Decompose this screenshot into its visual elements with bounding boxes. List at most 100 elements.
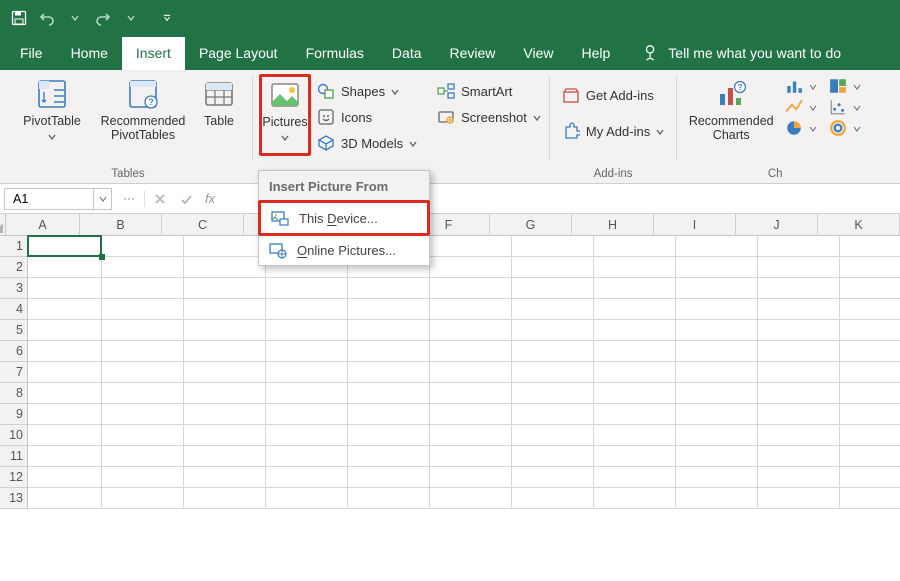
cell[interactable] (594, 467, 676, 488)
cell[interactable] (348, 467, 430, 488)
cell[interactable] (184, 362, 266, 383)
get-addins-button[interactable]: Get Add-ins (556, 82, 670, 108)
cell[interactable] (758, 404, 840, 425)
column-chart-button[interactable] (779, 76, 823, 96)
cell[interactable] (348, 404, 430, 425)
cell[interactable] (430, 299, 512, 320)
row-header[interactable]: 7 (0, 362, 28, 383)
tab-page-layout[interactable]: Page Layout (185, 37, 292, 70)
cell[interactable] (348, 488, 430, 509)
cell[interactable] (266, 362, 348, 383)
cell[interactable] (184, 404, 266, 425)
cell[interactable] (28, 341, 102, 362)
cell[interactable] (28, 299, 102, 320)
select-all-corner[interactable] (0, 214, 6, 236)
cell[interactable] (758, 257, 840, 278)
cell[interactable] (676, 425, 758, 446)
popup-online-pictures[interactable]: Online Pictures... (259, 235, 429, 265)
cell[interactable] (102, 362, 184, 383)
cell[interactable] (348, 299, 430, 320)
row-header[interactable]: 13 (0, 488, 28, 509)
cell[interactable] (28, 257, 102, 278)
cell[interactable] (430, 341, 512, 362)
recommended-charts-button[interactable]: ? Recommended Charts (683, 74, 779, 146)
cell[interactable] (840, 320, 900, 341)
column-header[interactable]: G (490, 214, 572, 236)
cell[interactable] (102, 320, 184, 341)
cell[interactable] (512, 425, 594, 446)
cell[interactable] (512, 278, 594, 299)
cell[interactable] (594, 488, 676, 509)
cell[interactable] (348, 341, 430, 362)
row-header[interactable]: 1 (0, 236, 28, 257)
cell[interactable] (594, 425, 676, 446)
my-addins-button[interactable]: My Add-ins (556, 118, 670, 144)
cell[interactable] (266, 278, 348, 299)
dots-icon[interactable] (116, 188, 142, 210)
row-header[interactable]: 5 (0, 320, 28, 341)
row-header[interactable]: 12 (0, 467, 28, 488)
cell[interactable] (348, 362, 430, 383)
cell[interactable] (28, 467, 102, 488)
cell[interactable] (102, 383, 184, 404)
tab-formulas[interactable]: Formulas (292, 37, 378, 70)
cell[interactable] (758, 320, 840, 341)
cell[interactable] (430, 467, 512, 488)
line-chart-button[interactable] (779, 97, 823, 117)
cell[interactable] (676, 404, 758, 425)
cell[interactable] (266, 341, 348, 362)
cell[interactable] (840, 236, 900, 257)
cell[interactable] (512, 383, 594, 404)
undo-icon[interactable] (34, 5, 60, 31)
cell[interactable] (676, 257, 758, 278)
tab-home[interactable]: Home (57, 37, 122, 70)
cell[interactable] (676, 236, 758, 257)
cell[interactable] (840, 404, 900, 425)
cell[interactable] (28, 383, 102, 404)
row-header[interactable]: 4 (0, 299, 28, 320)
cell[interactable] (28, 362, 102, 383)
cell[interactable] (512, 257, 594, 278)
cell[interactable] (102, 236, 184, 257)
pie-chart-button[interactable] (779, 118, 823, 138)
cell[interactable] (594, 299, 676, 320)
cell[interactable] (184, 383, 266, 404)
cell[interactable] (758, 299, 840, 320)
cell[interactable] (102, 446, 184, 467)
cell[interactable] (184, 236, 266, 257)
cell[interactable] (102, 299, 184, 320)
cell[interactable] (348, 383, 430, 404)
smartart-button[interactable]: SmartArt (431, 78, 547, 104)
column-header[interactable]: K (818, 214, 900, 236)
cell[interactable] (840, 299, 900, 320)
hierarchy-chart-button[interactable] (823, 76, 867, 96)
cell[interactable] (28, 446, 102, 467)
row-header[interactable]: 8 (0, 383, 28, 404)
cell[interactable] (184, 278, 266, 299)
cell[interactable] (512, 446, 594, 467)
name-box[interactable]: A1 (4, 188, 112, 210)
cell[interactable] (430, 278, 512, 299)
cell[interactable] (676, 488, 758, 509)
cell[interactable] (266, 446, 348, 467)
cell[interactable] (102, 341, 184, 362)
cell[interactable] (594, 320, 676, 341)
cell[interactable] (266, 425, 348, 446)
cell[interactable] (840, 278, 900, 299)
3d-models-button[interactable]: 3D Models (311, 130, 423, 156)
redo-icon[interactable] (90, 5, 116, 31)
cell[interactable] (430, 404, 512, 425)
cell[interactable] (758, 446, 840, 467)
cell[interactable] (594, 236, 676, 257)
cell[interactable] (430, 320, 512, 341)
cell[interactable] (102, 257, 184, 278)
cell[interactable] (594, 341, 676, 362)
cell[interactable] (184, 299, 266, 320)
cell[interactable] (28, 404, 102, 425)
cell[interactable] (594, 383, 676, 404)
cell[interactable] (348, 446, 430, 467)
cell[interactable] (102, 404, 184, 425)
cell[interactable] (512, 299, 594, 320)
cell[interactable] (28, 488, 102, 509)
cell[interactable] (840, 362, 900, 383)
